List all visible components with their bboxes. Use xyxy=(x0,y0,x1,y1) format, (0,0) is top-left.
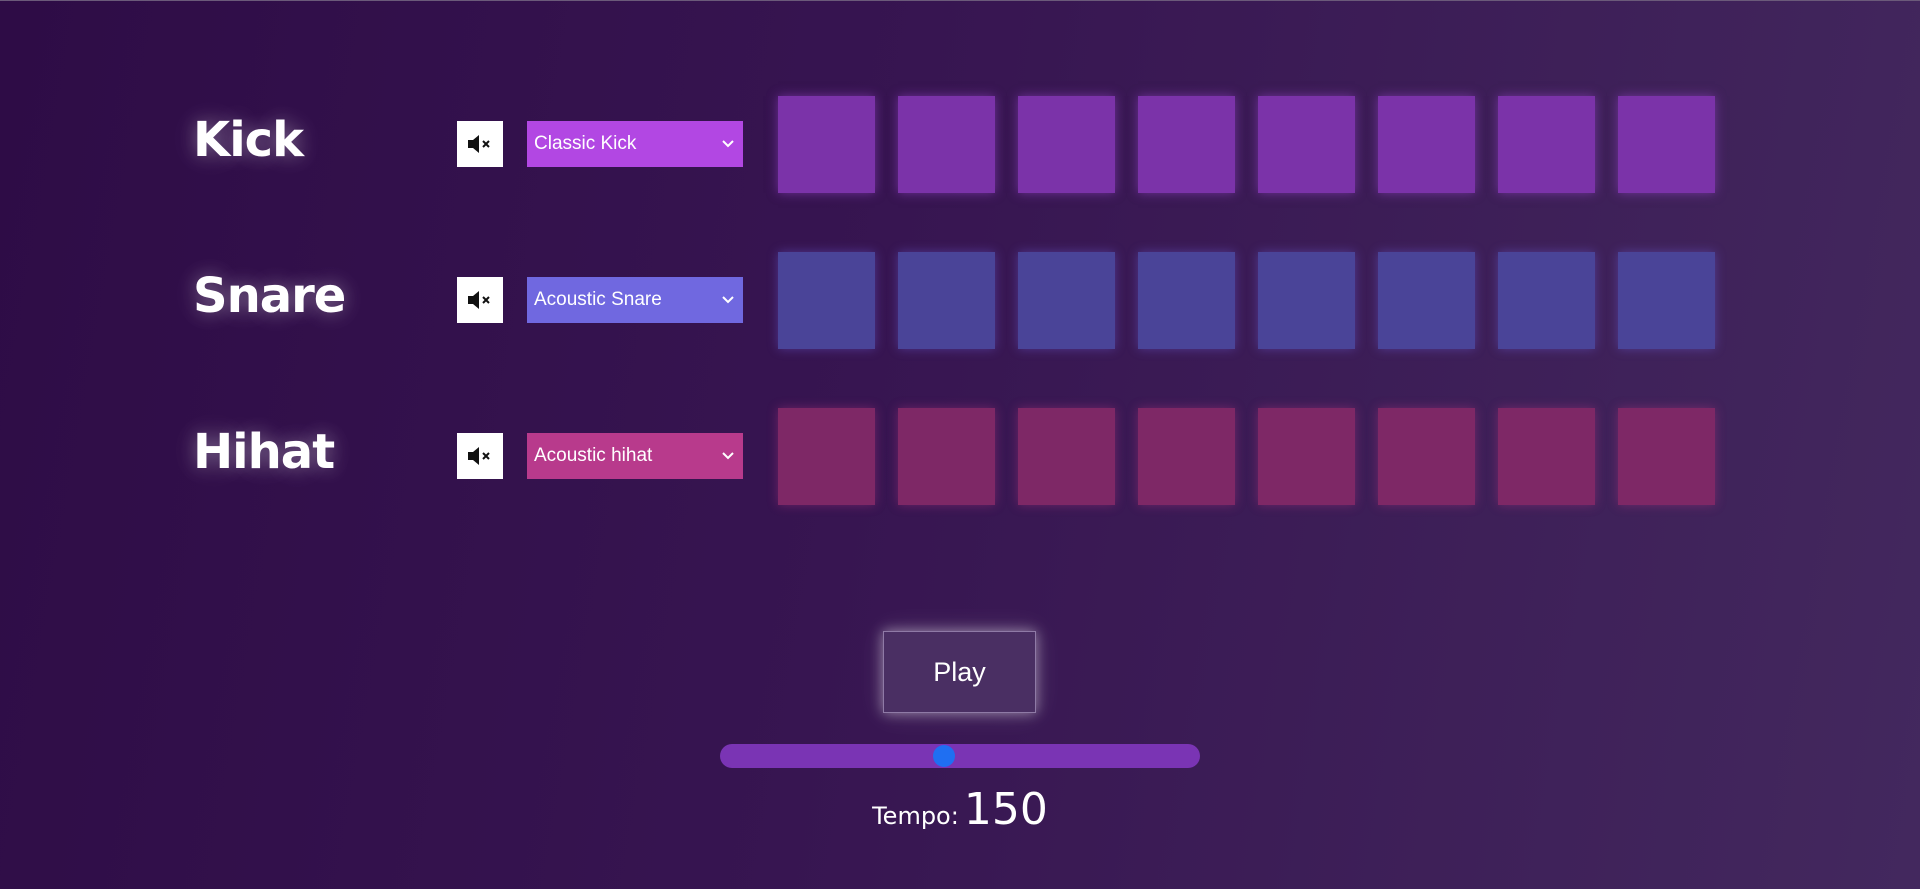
speaker-muted-icon xyxy=(468,135,490,153)
step-pad[interactable] xyxy=(1618,252,1715,349)
chevron-down-icon xyxy=(722,452,734,460)
step-pad[interactable] xyxy=(1498,408,1595,505)
speaker-muted-icon xyxy=(468,447,490,465)
mute-button[interactable] xyxy=(457,433,503,479)
tempo-value: 150 xyxy=(963,784,1048,835)
step-pad[interactable] xyxy=(1138,408,1235,505)
sound-select[interactable]: Classic Kick xyxy=(527,121,743,167)
top-border xyxy=(0,0,1920,1)
step-pad[interactable] xyxy=(1618,96,1715,193)
speaker-muted-icon xyxy=(468,291,490,309)
track-hihat: Hihat Acoustic hihat xyxy=(0,402,1920,505)
track-name: Hihat xyxy=(193,424,335,480)
sound-select[interactable]: Acoustic Snare xyxy=(527,277,743,323)
step-pad[interactable] xyxy=(1498,252,1595,349)
step-pad[interactable] xyxy=(778,408,875,505)
step-pad[interactable] xyxy=(1378,96,1475,193)
step-pad[interactable] xyxy=(898,408,995,505)
tempo-readout: Tempo: 150 xyxy=(0,784,1920,835)
sound-select-value: Acoustic hihat xyxy=(534,445,653,466)
tempo-slider[interactable] xyxy=(720,744,1200,768)
play-button[interactable]: Play xyxy=(883,631,1036,713)
sound-select[interactable]: Acoustic hihat xyxy=(527,433,743,479)
step-pad[interactable] xyxy=(1138,96,1235,193)
step-pad[interactable] xyxy=(1018,252,1115,349)
step-pad[interactable] xyxy=(778,96,875,193)
track-kick: Kick Classic Kick xyxy=(0,90,1920,193)
sound-select-value: Acoustic Snare xyxy=(534,289,662,310)
step-pad[interactable] xyxy=(1258,408,1355,505)
step-pad[interactable] xyxy=(898,252,995,349)
sound-select-value: Classic Kick xyxy=(534,133,637,154)
track-name: Kick xyxy=(193,112,304,168)
mute-button[interactable] xyxy=(457,121,503,167)
chevron-down-icon xyxy=(722,140,734,148)
tempo-slider-thumb[interactable] xyxy=(933,745,956,767)
chevron-down-icon xyxy=(722,296,734,304)
track-name: Snare xyxy=(193,268,346,324)
step-pad[interactable] xyxy=(1618,408,1715,505)
track-snare: Snare Acoustic Snare xyxy=(0,246,1920,349)
tempo-label: Tempo: xyxy=(872,802,959,830)
step-pad[interactable] xyxy=(1498,96,1595,193)
mute-button[interactable] xyxy=(457,277,503,323)
step-pad[interactable] xyxy=(1018,96,1115,193)
step-pad[interactable] xyxy=(1258,252,1355,349)
step-pad[interactable] xyxy=(898,96,995,193)
step-pad[interactable] xyxy=(1018,408,1115,505)
step-pad[interactable] xyxy=(1378,408,1475,505)
step-pad[interactable] xyxy=(1138,252,1235,349)
step-pad[interactable] xyxy=(1258,96,1355,193)
step-pad[interactable] xyxy=(778,252,875,349)
step-pad[interactable] xyxy=(1378,252,1475,349)
